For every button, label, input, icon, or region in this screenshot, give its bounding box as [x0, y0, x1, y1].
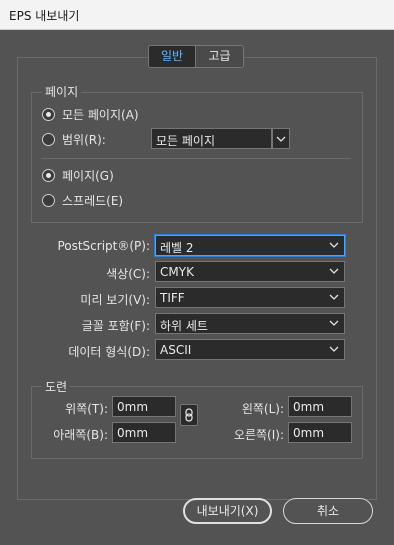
preview-value: TIFF [160, 291, 185, 305]
all-pages-label[interactable]: 모든 페이지(A) [62, 106, 139, 123]
preview-select[interactable]: TIFF [155, 287, 345, 308]
range-label[interactable]: 범위(R): [62, 131, 106, 148]
bleed-top-value: 0mm [117, 400, 149, 414]
eps-export-dialog: 일반 고급 페이지 모든 페이지(A) 범위(R): 모든 페이지 페이지(G)… [0, 30, 394, 545]
font-select[interactable]: 하위 세트 [155, 313, 345, 334]
range-value: 모든 페이지 [156, 134, 216, 148]
chevron-down-icon [276, 136, 286, 142]
bleed-top-input[interactable]: 0mm [112, 396, 176, 417]
tab-general[interactable]: 일반 [149, 46, 196, 67]
data-format-select[interactable]: ASCII [155, 339, 345, 360]
bleed-right-label: 오른쪽(I): [233, 428, 284, 442]
bleed-top-label: 위쪽(T): [65, 402, 108, 416]
window-title: EPS 내보내기 [9, 9, 80, 23]
chain-link-icon [185, 408, 193, 422]
color-label: 색상(C): [106, 267, 150, 281]
bleed-bottom-label: 아래쪽(B): [53, 428, 108, 442]
pages-radio[interactable] [42, 169, 55, 182]
postscript-value: 레벨 2 [160, 241, 194, 255]
spreads-label[interactable]: 스프레드(E) [62, 192, 123, 209]
pages-divider [41, 158, 351, 159]
tab-bar: 일반 고급 [148, 45, 244, 68]
spreads-radio[interactable] [42, 194, 55, 207]
chevron-down-icon [329, 242, 339, 248]
bleed-bottom-value: 0mm [117, 426, 149, 440]
bleed-right-value: 0mm [293, 426, 325, 440]
range-radio[interactable] [42, 133, 55, 146]
postscript-label: PostScript®(P): [57, 239, 150, 253]
bleed-bottom-input[interactable]: 0mm [112, 422, 176, 443]
chevron-down-icon [329, 294, 339, 300]
export-button[interactable]: 내보내기(X) [183, 498, 272, 524]
color-select[interactable]: CMYK [155, 261, 345, 282]
link-bleed-button[interactable] [180, 404, 198, 426]
bleed-left-value: 0mm [293, 400, 325, 414]
chevron-down-icon [329, 268, 339, 274]
data-format-value: ASCII [160, 343, 192, 357]
range-dropdown-button[interactable] [272, 128, 290, 149]
bleed-group-label: 도련 [42, 378, 71, 395]
color-value: CMYK [160, 265, 194, 279]
font-value: 하위 세트 [160, 319, 208, 333]
cancel-button[interactable]: 취소 [283, 498, 373, 524]
chevron-down-icon [329, 346, 339, 352]
preview-label: 미리 보기(V): [80, 293, 150, 307]
data-format-label: 데이터 형식(D): [68, 345, 150, 359]
bleed-left-input[interactable]: 0mm [288, 396, 352, 417]
bleed-right-input[interactable]: 0mm [288, 422, 352, 443]
postscript-select[interactable]: 레벨 2 [155, 235, 345, 256]
pages-label[interactable]: 페이지(G) [62, 167, 114, 184]
bleed-left-label: 왼쪽(L): [241, 402, 284, 416]
chevron-down-icon [329, 320, 339, 326]
title-bar: EPS 내보내기 [0, 0, 394, 30]
pages-group-label: 페이지 [42, 83, 82, 100]
range-input[interactable]: 모든 페이지 [151, 128, 272, 149]
all-pages-radio[interactable] [42, 108, 55, 121]
tab-advanced[interactable]: 고급 [196, 46, 243, 67]
font-label: 글꼴 포함(F): [81, 319, 150, 333]
